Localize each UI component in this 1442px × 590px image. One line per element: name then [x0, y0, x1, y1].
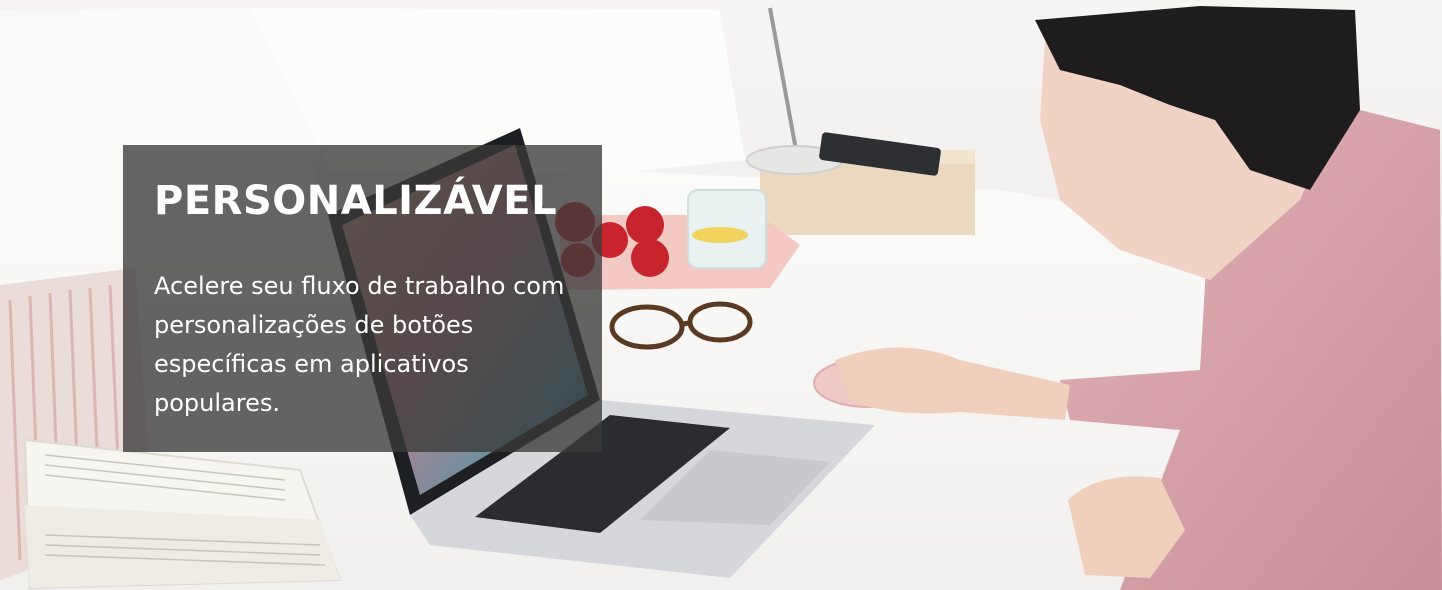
feature-description: Acelere seu fluxo de trabalho com person…: [154, 272, 565, 417]
product-banner: PERSONALIZÁVEL Acelere seu fluxo de trab…: [0, 0, 1442, 590]
feature-callout: PERSONALIZÁVEL Acelere seu fluxo de trab…: [123, 145, 602, 452]
feature-headline: PERSONALIZÁVEL: [154, 178, 558, 224]
